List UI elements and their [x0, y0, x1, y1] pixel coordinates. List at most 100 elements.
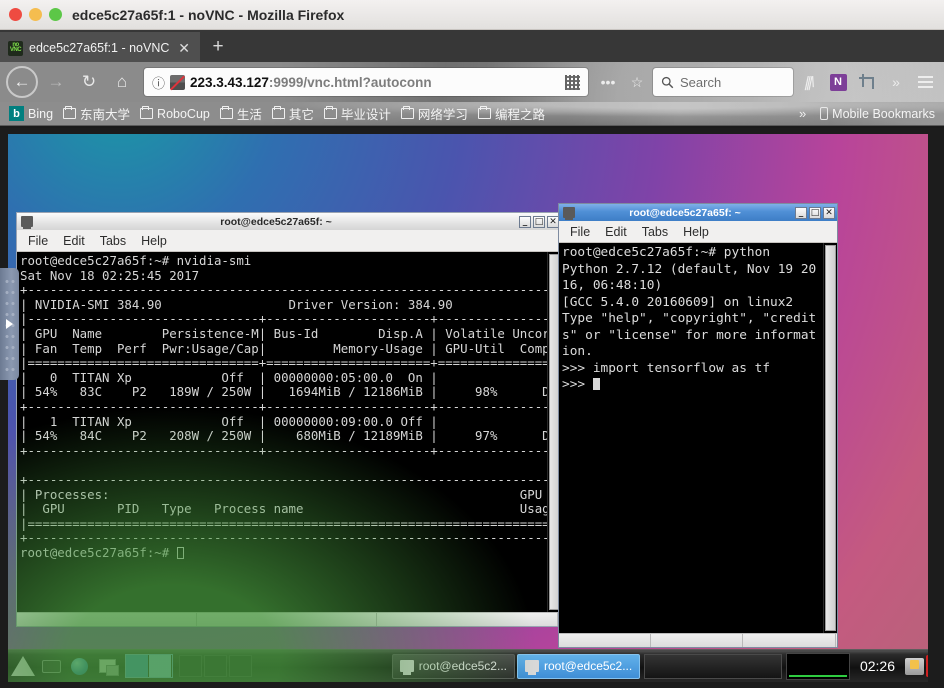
system-monitor-graph[interactable]	[785, 652, 850, 680]
lock-icon[interactable]	[905, 657, 925, 675]
novnc-control-panel-handle[interactable]	[0, 268, 19, 380]
scrollbar-thumb[interactable]	[825, 245, 836, 631]
bookmark-folder-thesis[interactable]: 毕业设计	[320, 103, 395, 124]
back-icon[interactable]: ←	[6, 66, 38, 98]
terminal-cursor	[592, 378, 600, 390]
power-icon[interactable]: ⏻	[926, 655, 928, 677]
workspace-1[interactable]	[126, 655, 149, 677]
library-icon[interactable]: |||\	[793, 69, 825, 95]
files-launcher-icon[interactable]	[94, 653, 120, 679]
bookmark-label: 生活	[236, 108, 262, 122]
chevron-right-icon	[6, 319, 13, 329]
info-icon[interactable]: ⓘ	[152, 73, 165, 92]
terminal-output[interactable]: root@edce5c27a65f:~# nvidia-smi Sat Nov …	[17, 252, 547, 612]
maximize-icon[interactable]: □	[809, 206, 821, 219]
maximize-icon[interactable]: □	[533, 215, 545, 228]
bookmark-bing[interactable]: b Bing	[5, 105, 57, 122]
search-input[interactable]: Search	[680, 75, 721, 90]
menu-edit[interactable]: Edit	[598, 224, 634, 240]
taskbar-item-label: root@edce5c2...	[418, 659, 507, 673]
bookmark-folder-robocup[interactable]: RoboCup	[136, 106, 214, 122]
bookmark-folder-dongnan[interactable]: 东南大学	[59, 103, 134, 124]
terminal-window-buttons[interactable]: _ □ ✕	[795, 206, 835, 219]
folder-icon	[271, 106, 285, 119]
terminal-launcher-icon[interactable]	[38, 653, 64, 679]
window-title: edce5c27a65f:1 - noVNC - Mozilla Firefox	[72, 6, 345, 23]
close-icon[interactable]: ✕	[176, 40, 192, 57]
taskbar-item-terminal-1[interactable]: root@edce5c2...	[391, 653, 515, 679]
overflow-chevrons-icon[interactable]: »	[883, 69, 909, 95]
terminal-body[interactable]: root@edce5c27a65f:~# nvidia-smi Sat Nov …	[17, 252, 561, 612]
terminal-window-buttons[interactable]: _ □ ✕	[519, 215, 559, 228]
terminal-output[interactable]: root@edce5c27a65f:~# python Python 2.7.1…	[559, 243, 823, 633]
bookmark-folder-study[interactable]: 网络学习	[397, 103, 472, 124]
bookmark-folder-life[interactable]: 生活	[216, 103, 266, 124]
arch-logo-icon[interactable]	[10, 653, 36, 679]
bookmarks-overflow-icon[interactable]: »	[795, 105, 810, 122]
bookmark-label: 其它	[288, 108, 314, 122]
menu-tabs[interactable]: Tabs	[635, 224, 675, 240]
bookmark-label: 毕业设计	[340, 108, 391, 122]
menu-edit[interactable]: Edit	[56, 233, 92, 249]
minimize-icon[interactable]: _	[795, 206, 807, 219]
url-input[interactable]: 223.3.43.127:9999/vnc.html?autoconn	[190, 75, 560, 90]
taskbar-empty-area	[644, 653, 782, 679]
tab-novnc[interactable]: no VNC edce5c27a65f:1 - noVNC ✕	[0, 32, 200, 62]
bookmark-label: RoboCup	[157, 106, 210, 121]
firefox-window: edce5c27a65f:1 - noVNC - Mozilla Firefox…	[0, 0, 944, 688]
tracking-protection-icon[interactable]	[170, 74, 186, 90]
workspace-switcher[interactable]	[125, 654, 173, 678]
screenshot-crop-icon[interactable]	[854, 69, 880, 95]
onenote-icon[interactable]: N	[825, 69, 851, 95]
vnc-viewport[interactable]: root@edce5c27a65f: ~ _ □ ✕ File Edit Tab…	[0, 128, 944, 688]
mobile-bookmarks-item[interactable]: Mobile Bookmarks	[816, 106, 939, 122]
folder-icon	[400, 106, 414, 119]
tab-strip: no VNC edce5c27a65f:1 - noVNC ✕ +	[0, 30, 944, 62]
terminal-statusbar	[17, 612, 561, 626]
workspace-2[interactable]	[149, 655, 172, 677]
bookmark-folder-coding[interactable]: 编程之路	[474, 103, 549, 124]
terminal-titlebar[interactable]: root@edce5c27a65f: ~ _ □ ✕	[17, 213, 561, 230]
menu-help[interactable]: Help	[676, 224, 716, 240]
bookmarks-toolbar: b Bing 东南大学 RoboCup 生活 其它 毕业设计 网络学习 编程之路…	[0, 102, 944, 126]
folder-icon	[140, 106, 154, 119]
bookmark-folder-other[interactable]: 其它	[268, 103, 318, 124]
search-bar[interactable]: Search	[653, 68, 793, 96]
remote-desktop[interactable]: root@edce5c27a65f: ~ _ □ ✕ File Edit Tab…	[8, 134, 928, 682]
desktop-taskbar: root@edce5c2... root@edce5c2... 02:26 ⏻	[8, 649, 928, 682]
terminal-body[interactable]: root@edce5c27a65f:~# python Python 2.7.1…	[559, 243, 837, 633]
terminal-title: root@edce5c27a65f: ~	[629, 206, 741, 219]
minimize-icon[interactable]: _	[519, 215, 531, 228]
home-icon[interactable]: ⌂	[107, 67, 137, 97]
menu-file[interactable]: File	[563, 224, 597, 240]
taskbar-clock[interactable]: 02:26	[852, 658, 903, 674]
taskbar-item-terminal-2[interactable]: root@edce5c2...	[516, 653, 641, 679]
url-bar[interactable]: ⓘ 223.3.43.127:9999/vnc.html?autoconn	[144, 68, 588, 96]
menu-help[interactable]: Help	[134, 233, 174, 249]
forward-icon[interactable]: →	[41, 67, 71, 97]
bookmark-star-icon[interactable]: ☆	[624, 69, 650, 95]
menu-file[interactable]: File	[21, 233, 55, 249]
hamburger-menu-icon[interactable]	[912, 69, 938, 95]
browser-launcher-icon[interactable]	[66, 653, 92, 679]
workspace-4[interactable]	[204, 655, 227, 677]
terminal-scrollbar[interactable]	[823, 243, 837, 633]
terminal-window-nvidia-smi[interactable]: root@edce5c27a65f: ~ _ □ ✕ File Edit Tab…	[16, 212, 562, 627]
new-tab-button[interactable]: +	[200, 32, 236, 62]
window-titlebar: edce5c27a65f:1 - noVNC - Mozilla Firefox	[0, 0, 944, 30]
terminal-icon	[563, 207, 575, 220]
workspace-3[interactable]	[179, 655, 202, 677]
terminal-titlebar[interactable]: root@edce5c27a65f: ~ _ □ ✕	[559, 204, 837, 221]
taskbar-item-label: root@edce5c2...	[543, 659, 633, 673]
search-icon	[661, 76, 674, 88]
workspace-5[interactable]	[229, 655, 252, 677]
qr-code-icon[interactable]	[565, 74, 580, 90]
tab-label: edce5c27a65f:1 - noVNC	[29, 41, 170, 55]
navigation-toolbar: ← → ↻ ⌂ ⓘ 223.3.43.127:9999/vnc.html?aut…	[0, 62, 944, 102]
folder-icon	[219, 106, 233, 119]
menu-tabs[interactable]: Tabs	[93, 233, 133, 249]
reload-icon[interactable]: ↻	[74, 67, 104, 97]
terminal-window-python[interactable]: root@edce5c27a65f: ~ _ □ ✕ File Edit Tab…	[558, 203, 838, 648]
page-actions-icon[interactable]: •••	[595, 69, 621, 95]
close-icon[interactable]: ✕	[823, 206, 835, 219]
